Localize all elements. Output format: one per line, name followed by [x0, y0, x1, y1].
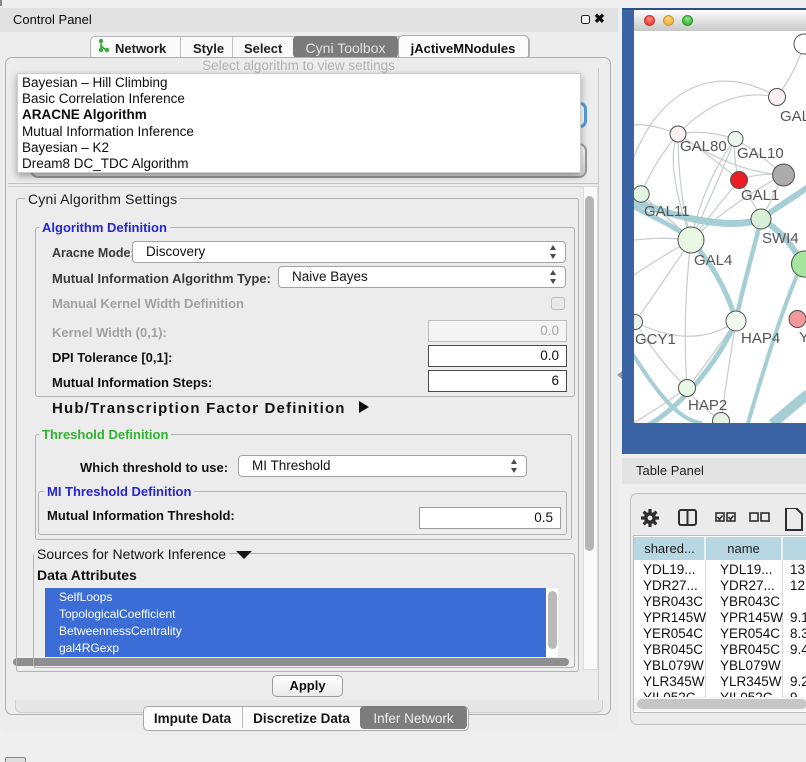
svg-text:SWI4: SWI4 [762, 230, 799, 247]
svg-text:Y: Y [799, 329, 806, 346]
svg-text:GCY1: GCY1 [635, 331, 676, 348]
svg-text:GAL1: GAL1 [741, 187, 779, 204]
svg-text:HAP4: HAP4 [741, 330, 780, 347]
svg-text:HAP2: HAP2 [688, 397, 727, 414]
svg-text:GAL7: GAL7 [780, 108, 806, 125]
svg-text:GAL11: GAL11 [644, 203, 690, 220]
svg-text:GAL4: GAL4 [694, 252, 732, 269]
svg-text:GAL10: GAL10 [737, 145, 784, 162]
svg-text:GAL80: GAL80 [680, 138, 727, 155]
